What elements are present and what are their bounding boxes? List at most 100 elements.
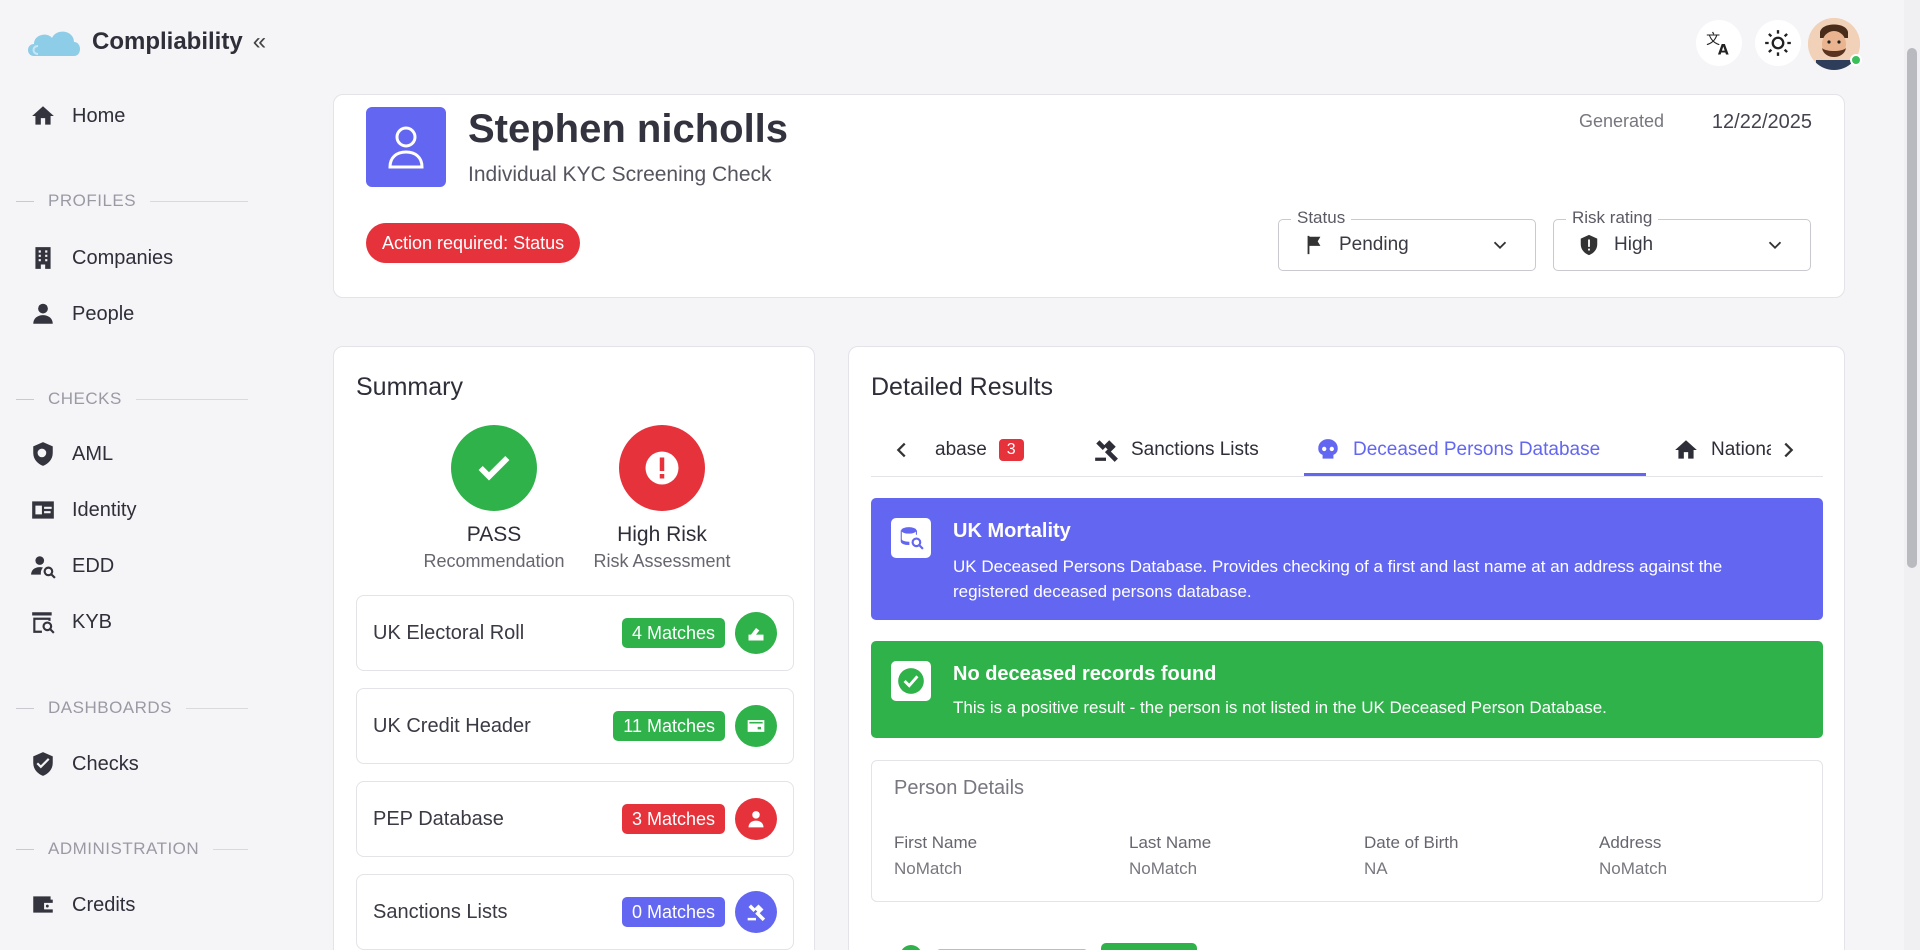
risk-value: High xyxy=(1614,234,1654,255)
result-title: No deceased records found xyxy=(953,663,1217,685)
shield-check-icon xyxy=(33,752,53,776)
summary-card: Summary PASS Recommendation High Risk Ri… xyxy=(333,346,815,950)
source-title: UK Mortality xyxy=(953,520,1071,542)
home-icon xyxy=(1675,440,1697,459)
building-icon xyxy=(35,247,51,269)
tab-scroll-right-button[interactable] xyxy=(1771,425,1805,475)
risk-rating-select[interactable]: Risk rating High xyxy=(1553,208,1811,271)
sidebar-item-people[interactable]: People xyxy=(30,294,134,334)
detailed-results-title: Detailed Results xyxy=(871,373,1054,401)
credit-card-icon xyxy=(735,705,777,747)
summary-title: Summary xyxy=(356,373,463,401)
skull-icon xyxy=(1318,439,1338,459)
recommendation-value: PASS xyxy=(466,523,522,546)
detailed-results-card: Detailed Results abase 3 Sanctions Lists… xyxy=(848,346,1845,950)
matches-badge: 11 Matches xyxy=(613,711,725,741)
status-select[interactable]: Status Pending xyxy=(1278,208,1536,271)
matches-badge: 3 Matches xyxy=(621,804,725,834)
store-search-icon xyxy=(32,612,55,634)
sidebar-item-label: Identity xyxy=(72,498,137,521)
theme-toggle-button[interactable] xyxy=(1755,20,1801,66)
sidebar-item-label: KYB xyxy=(72,610,113,633)
sun-icon xyxy=(1765,30,1791,56)
person-outline-icon xyxy=(388,126,424,169)
source-row-pep-database[interactable]: PEP Database 3 Matches xyxy=(356,781,794,857)
scrollbar-thumb[interactable] xyxy=(1907,48,1917,568)
gavel-icon xyxy=(735,891,777,933)
status-value: Pending xyxy=(1339,234,1409,255)
sidebar-item-label: Companies xyxy=(72,246,174,269)
flag-icon xyxy=(1307,235,1321,255)
sidebar-item-credits[interactable]: Credits xyxy=(30,885,135,925)
chevron-right-icon xyxy=(1784,442,1794,458)
profile-header-card: Stephen nicholls Individual KYC Screenin… xyxy=(333,94,1845,298)
section-header-checks: CHECKS xyxy=(16,389,248,409)
sidebar-item-label: Checks xyxy=(72,752,139,775)
alert-icon xyxy=(645,451,679,485)
sidebar-item-label: AML xyxy=(72,442,114,465)
sidebar-item-label: People xyxy=(72,302,135,325)
check-circle-icon xyxy=(891,661,931,701)
field-address: Address NoMatch xyxy=(1599,833,1668,878)
sidebar-item-identity[interactable]: Identity xyxy=(30,490,136,530)
sidebar-item-home[interactable]: Home xyxy=(30,96,125,136)
section-header-administration: ADMINISTRATION xyxy=(16,839,248,859)
sidebar-item-kyb[interactable]: KYB xyxy=(30,602,112,642)
wallet-icon xyxy=(33,896,53,913)
sidebar-item-label: Credits xyxy=(72,893,136,916)
sidebar-item-label: Home xyxy=(72,104,126,127)
sidebar-item-companies[interactable]: Companies xyxy=(30,238,173,278)
source-description: UK Deceased Persons Database. Provides c… xyxy=(953,557,1723,601)
generated-label: Generated xyxy=(1578,111,1664,131)
cloud-logo-icon xyxy=(28,31,80,56)
active-tab-indicator xyxy=(1304,473,1646,476)
chevron-down-icon xyxy=(1768,241,1782,250)
sidebar-item-checks[interactable]: Checks xyxy=(30,744,139,784)
collapse-sidebar-icon[interactable]: « xyxy=(253,28,266,56)
risk-indicator xyxy=(619,425,705,511)
shield-alert-icon xyxy=(1580,234,1598,256)
section-header-dashboards: DASHBOARDS xyxy=(16,698,248,718)
sidebar-item-label: EDD xyxy=(72,554,115,577)
risk-assessment-value: High Risk xyxy=(617,523,707,546)
tab-deceased-persons-database[interactable]: Deceased Persons Database xyxy=(1315,425,1600,475)
source-row-sanctions-lists[interactable]: Sanctions Lists 0 Matches xyxy=(356,874,794,950)
sidebar-item-aml[interactable]: AML xyxy=(30,434,113,474)
matches-badge: 0 Matches xyxy=(621,897,725,927)
person-details-panel: Person Details First Name NoMatch Last N… xyxy=(871,760,1823,902)
tab-national[interactable]: Nationa xyxy=(1673,425,1777,475)
action-required-badge[interactable]: Action required: Status xyxy=(366,223,581,263)
person-icon xyxy=(33,303,53,324)
partial-badge xyxy=(1101,943,1197,950)
tab-count-badge: 3 xyxy=(998,439,1024,461)
sidebar-item-edd[interactable]: EDD xyxy=(30,546,114,586)
check-circle-icon xyxy=(901,945,921,950)
field-last-name: Last Name NoMatch xyxy=(1129,833,1212,878)
tab-scroll-left-button[interactable] xyxy=(885,425,919,475)
section-header-profiles: PROFILES xyxy=(16,191,248,211)
ballot-box-icon xyxy=(735,612,777,654)
chevron-left-icon xyxy=(896,442,906,458)
field-first-name: First Name NoMatch xyxy=(894,833,978,878)
gavel-icon xyxy=(1095,440,1118,462)
person-search-icon xyxy=(31,556,56,579)
translate-button[interactable]: 文A xyxy=(1696,20,1742,66)
tab-pep-database[interactable]: abase 3 xyxy=(935,425,1024,475)
source-row-credit-header[interactable]: UK Credit Header 11 Matches xyxy=(356,688,794,764)
person-name: Stephen nicholls xyxy=(468,107,789,151)
home-icon xyxy=(32,106,54,125)
result-banner: No deceased records found This is a posi… xyxy=(871,641,1823,738)
check-icon xyxy=(478,455,510,481)
pass-indicator xyxy=(451,425,537,511)
generated-date: 12/22/2025 xyxy=(1711,111,1812,133)
brand[interactable]: Compliability « xyxy=(24,24,266,60)
source-row-electoral-roll[interactable]: UK Electoral Roll 4 Matches xyxy=(356,595,794,671)
id-card-icon xyxy=(32,501,54,519)
source-info-banner: UK Mortality UK Deceased Persons Databas… xyxy=(871,498,1823,620)
tab-sanctions-lists[interactable]: Sanctions Lists xyxy=(1093,425,1259,475)
chevron-down-icon xyxy=(1493,241,1507,250)
recommendation-label: Recommendation xyxy=(423,551,565,571)
sidebar: Compliability « Home PROFILES Companies … xyxy=(0,0,270,950)
verification-row-partial xyxy=(899,943,1197,950)
translate-icon: 文A xyxy=(1706,32,1729,57)
